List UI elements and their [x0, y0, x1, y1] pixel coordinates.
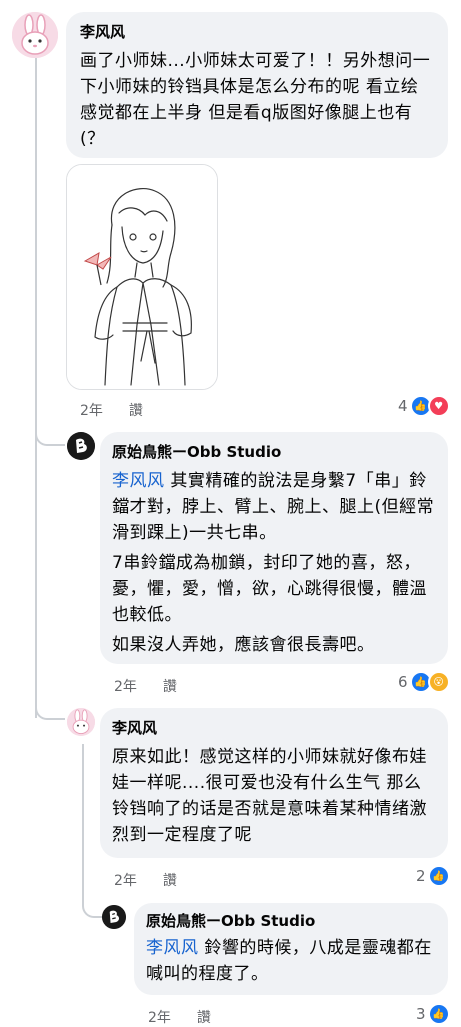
comment-text: 李风风 鈴響的時候，八成是靈魂都在喊叫的程度了。 — [146, 935, 436, 987]
reply-branch-3 — [82, 892, 102, 918]
comment-actions: 2年 讚 — [148, 1007, 211, 1027]
obb-studio-logo-icon — [67, 432, 95, 460]
thread-line-nested — [82, 744, 84, 894]
mention-link[interactable]: 李风风 — [112, 471, 165, 491]
like-button[interactable]: 讚 — [129, 400, 143, 420]
comment-text: 如果沒人弄她，應該會很長壽吧。 — [112, 635, 375, 655]
reaction-summary[interactable]: 2 👍 — [416, 865, 450, 887]
comment-time[interactable]: 2年 — [114, 676, 137, 696]
comment-actions: 2年 讚 — [80, 400, 143, 420]
like-button[interactable]: 讚 — [163, 676, 177, 696]
comment-time[interactable]: 2年 — [114, 870, 137, 890]
comment-image[interactable] — [66, 164, 218, 390]
reaction-count: 2 — [416, 867, 426, 885]
avatar[interactable] — [67, 432, 95, 460]
comment-author[interactable]: 原始鳥熊ーObb Studio — [112, 442, 436, 462]
comment-bubble: 李风风 原来如此！感觉这样的小师妹就好像布娃娃一样呢....很可爱也没有什么生气… — [100, 708, 448, 858]
mention-link[interactable]: 李风风 — [146, 938, 199, 958]
comment-text: 画了小师妹...小师妹太可爱了！！另外想问一下小师妹的铃铛具体是怎么分布的呢 看… — [80, 51, 431, 149]
rabbit-avatar-icon — [12, 12, 58, 58]
avatar[interactable] — [12, 12, 58, 58]
comment-text: 原来如此！感觉这样的小师妹就好像布娃娃一样呢....很可爱也没有什么生气 那么铃… — [112, 747, 427, 845]
reply-branch-2 — [35, 694, 65, 720]
comment-bubble: 原始鳥熊ーObb Studio 李风风 鈴響的時候，八成是靈魂都在喊叫的程度了。 — [134, 903, 448, 995]
comment-actions: 2年 讚 — [114, 870, 177, 890]
like-button[interactable]: 讚 — [197, 1007, 211, 1027]
like-icon: 👍 — [427, 1003, 450, 1025]
reaction-summary[interactable]: 6 👍 😮 — [398, 671, 450, 693]
comment-bubble: 原始鳥熊ーObb Studio 李风风 其實精確的說法是身繫7「串」鈴鐺才對，脖… — [100, 432, 448, 664]
comment-actions: 2年 讚 — [114, 676, 177, 696]
reaction-count: 6 — [398, 673, 408, 691]
like-button[interactable]: 讚 — [163, 870, 177, 890]
comment-text: 李风风 其實精確的說法是身繫7「串」鈴鐺才對，脖上、臂上、腕上、腿上(但經常滑到… — [112, 468, 436, 546]
comment-author[interactable]: 原始鳥熊ーObb Studio — [146, 911, 436, 931]
sketch-girl-image — [67, 165, 217, 389]
comment-text: 7串鈴鐺成為枷鎖，封印了她的喜，怒，憂，懼，愛，憎，欲，心跳得很慢，體溫也較低。 — [112, 553, 427, 625]
comment-bubble: 李风风 画了小师妹...小师妹太可爱了！！另外想问一下小师妹的铃铛具体是怎么分布… — [66, 12, 448, 158]
avatar[interactable] — [67, 708, 95, 736]
avatar[interactable] — [102, 905, 126, 929]
comment-author[interactable]: 李风风 — [80, 22, 434, 42]
reaction-summary[interactable]: 3 👍 — [416, 1003, 450, 1025]
reaction-summary[interactable]: 4 👍 ♥ — [398, 395, 450, 417]
obb-studio-logo-icon — [102, 905, 126, 929]
comment-author[interactable]: 李风风 — [112, 718, 436, 738]
love-icon: ♥ — [427, 395, 450, 417]
comment-time[interactable]: 2年 — [80, 400, 103, 420]
thread-line — [35, 58, 37, 718]
reaction-count: 4 — [398, 397, 408, 415]
wow-icon: 😮 — [427, 671, 450, 693]
comment-time[interactable]: 2年 — [148, 1007, 171, 1027]
like-icon: 👍 — [427, 865, 450, 887]
rabbit-avatar-icon — [67, 708, 95, 736]
reply-branch-1 — [35, 420, 65, 446]
reaction-count: 3 — [416, 1005, 426, 1023]
